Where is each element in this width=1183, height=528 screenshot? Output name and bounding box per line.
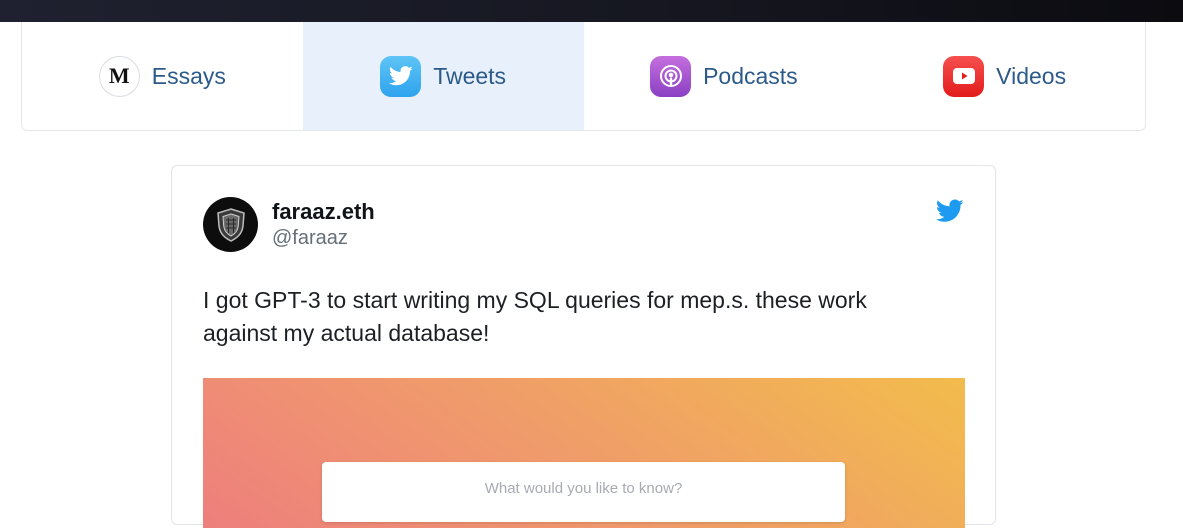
medium-icon: M [98,55,140,97]
tweet-media[interactable]: What would you like to know? [203,378,965,528]
twitter-icon [380,55,422,97]
media-search-box: What would you like to know? [322,462,845,522]
youtube-icon [943,55,985,97]
media-search-placeholder: What would you like to know? [484,480,683,497]
tweet-card: faraaz.eth @faraaz I got GPT-3 to start … [171,165,996,528]
author-name[interactable]: faraaz.eth [272,199,375,225]
tweet-text: I got GPT-3 to start writing my SQL quer… [203,287,867,346]
shield-icon [216,207,245,242]
tab-essays-label: Essays [151,62,226,89]
top-bar [0,0,1183,22]
podcast-icon [650,55,692,97]
tab-videos-label: Videos [996,62,1067,89]
tab-podcasts[interactable]: Podcasts [584,22,865,130]
tab-videos[interactable]: Videos [864,22,1145,130]
tab-tweets[interactable]: Tweets [302,22,584,130]
tab-podcasts-label: Podcasts [703,62,798,89]
author-handle[interactable]: @faraaz [272,227,348,250]
tab-essays[interactable]: M Essays [22,22,303,130]
content-type-tabs: M Essays Tweets Podcasts Videos [21,22,1146,131]
avatar[interactable] [203,197,258,252]
twitter-logo-icon[interactable] [936,199,964,223]
tab-tweets-label: Tweets [433,62,507,89]
